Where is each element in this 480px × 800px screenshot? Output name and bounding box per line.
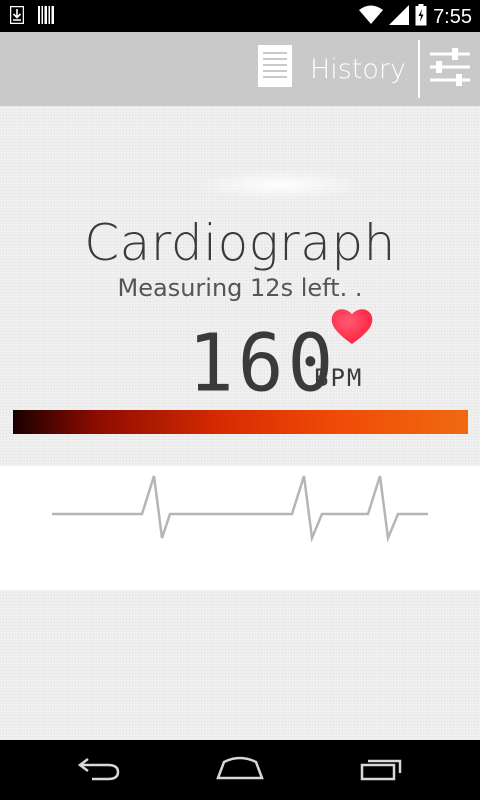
recents-button[interactable] bbox=[352, 752, 412, 788]
home-icon bbox=[216, 756, 264, 785]
bpm-unit: BPM bbox=[314, 364, 364, 392]
wifi-icon bbox=[359, 5, 384, 30]
list-icon bbox=[257, 44, 292, 94]
barcode-icon bbox=[38, 6, 54, 29]
settings-button[interactable] bbox=[420, 32, 480, 106]
app-title: Cardiograph bbox=[84, 214, 396, 272]
main-content: Cardiograph Measuring 12s left. . 160 BP… bbox=[0, 106, 480, 740]
recents-icon bbox=[360, 755, 404, 786]
ecg-waveform-panel bbox=[0, 466, 480, 590]
sliders-icon bbox=[428, 45, 472, 94]
blurred-region bbox=[195, 170, 365, 200]
status-bar: 7:55 bbox=[0, 0, 480, 32]
heart-rate-gradient-bar bbox=[13, 410, 468, 434]
signal-icon bbox=[389, 5, 410, 30]
clock: 7:55 bbox=[433, 6, 472, 28]
battery-icon bbox=[415, 4, 427, 31]
home-button[interactable] bbox=[210, 752, 270, 788]
action-bar: History bbox=[0, 32, 480, 106]
history-button[interactable]: History bbox=[257, 32, 418, 106]
back-button[interactable] bbox=[70, 752, 130, 788]
bpm-value: 160 bbox=[188, 315, 338, 410]
measuring-status: Measuring 12s left. . bbox=[117, 274, 363, 302]
ecg-waveform bbox=[52, 475, 428, 543]
back-icon bbox=[77, 755, 122, 786]
download-icon bbox=[9, 5, 25, 29]
history-label: History bbox=[309, 53, 406, 85]
navigation-bar bbox=[0, 740, 480, 800]
